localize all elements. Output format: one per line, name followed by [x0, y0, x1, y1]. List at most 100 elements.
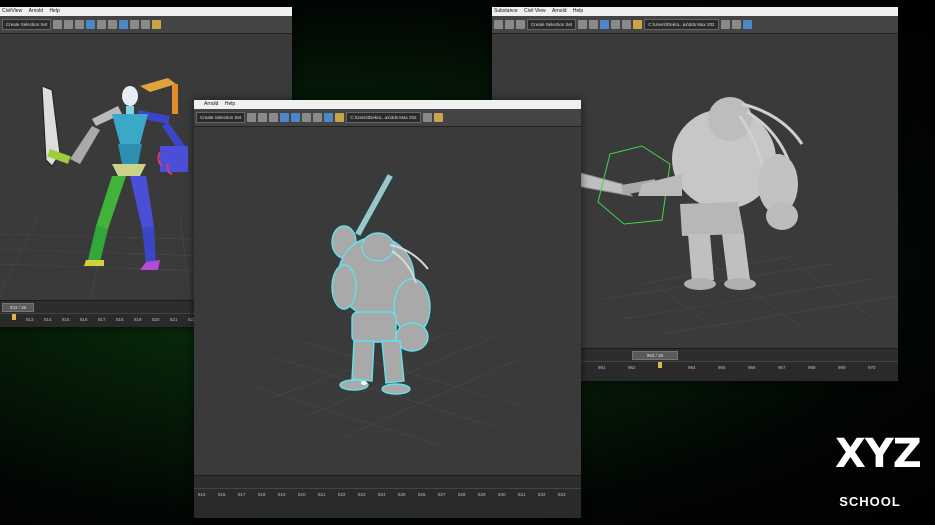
ruler-tick: 829	[478, 492, 486, 497]
menu-civil-view[interactable]: Civil View	[524, 8, 546, 14]
folder-icon[interactable]	[720, 20, 730, 29]
menu-bar: CivilView Arnold Help	[0, 7, 292, 16]
menu-bar: Substance Civil View Arnold Help	[492, 7, 898, 16]
layer-icon[interactable]	[269, 113, 279, 122]
render-setup-icon[interactable]	[324, 113, 334, 122]
xyz-school-logo: XYZ SCHOOL	[835, 421, 922, 509]
curve-editor-icon[interactable]	[97, 20, 107, 29]
main-toolbar: Create Selection Set C:\Users\Dekra...ax…	[194, 109, 581, 127]
curve-editor-icon[interactable]	[291, 113, 301, 122]
ruler-tick: 962	[628, 365, 636, 370]
menu-arnold[interactable]: Arnold	[204, 101, 218, 107]
current-frame-marker[interactable]	[12, 314, 16, 320]
ruler-tick: 967	[778, 365, 786, 370]
ruler-tick: 817	[238, 492, 246, 497]
material-editor-icon[interactable]	[313, 113, 323, 122]
ruler-tick: 820	[298, 492, 306, 497]
ruler-tick: 965	[718, 365, 726, 370]
ruler-tick: 815	[198, 492, 206, 497]
mirror-icon[interactable]	[247, 113, 257, 122]
ruler-tick: 813	[26, 317, 34, 322]
mirror-icon[interactable]	[578, 20, 588, 29]
layer-icon[interactable]	[75, 20, 85, 29]
align-icon[interactable]	[64, 20, 74, 29]
center-3dsmax-window: Arnold Help Create Selection Set C:\User…	[194, 100, 581, 518]
frame-counter[interactable]: 963 / 36	[632, 351, 678, 360]
ruler-tick: 820	[152, 317, 160, 322]
angle-snap-icon[interactable]	[505, 20, 514, 29]
timeline-ruler[interactable]: 815 816 817 818 819 820 821 822 823 824 …	[194, 488, 581, 518]
ruler-tick: 827	[438, 492, 446, 497]
scene-explorer-icon[interactable]	[600, 20, 610, 29]
viewport-icon[interactable]	[742, 20, 752, 29]
menu-bar: Arnold Help	[194, 100, 581, 109]
menu-help[interactable]: Help	[573, 8, 583, 14]
ruler-tick: 828	[458, 492, 466, 497]
ruler-tick: 832	[538, 492, 546, 497]
ruler-tick: 816	[218, 492, 226, 497]
ruler-tick: 833	[558, 492, 566, 497]
time-slider[interactable]	[194, 475, 581, 489]
ruler-tick: 817	[98, 317, 106, 322]
render-setup-icon[interactable]	[130, 20, 140, 29]
ruler-tick: 819	[134, 317, 142, 322]
scene-explorer-icon[interactable]	[86, 20, 96, 29]
ruler-tick: 824	[378, 492, 386, 497]
percent-snap-icon[interactable]	[516, 20, 525, 29]
material-editor-icon[interactable]	[622, 20, 632, 29]
align-icon[interactable]	[258, 113, 268, 122]
logo-mark: XYZ	[835, 431, 922, 477]
ruler-tick: 826	[418, 492, 426, 497]
ruler-tick: 819	[278, 492, 286, 497]
ruler-tick: 964	[688, 365, 696, 370]
ruler-tick: 831	[518, 492, 526, 497]
ruler-tick: 825	[398, 492, 406, 497]
menu-arnold[interactable]: Arnold	[29, 8, 43, 14]
ruler-tick: 814	[44, 317, 52, 322]
scene-explorer-icon[interactable]	[280, 113, 290, 122]
character-model-selected	[253, 174, 525, 448]
material-editor-icon[interactable]	[119, 20, 129, 29]
render-icon[interactable]	[335, 113, 345, 122]
snap-icon[interactable]	[494, 20, 503, 29]
project-path-dropdown[interactable]: C:\Users\Dekra...ax\3ds Max 202	[644, 19, 719, 30]
ruler-tick: 818	[258, 492, 266, 497]
current-frame-marker[interactable]	[658, 362, 662, 368]
project-path-dropdown[interactable]: C:\Users\Dekra...ax\3ds Max 202	[346, 112, 421, 123]
ruler-tick: 961	[598, 365, 606, 370]
mirror-icon[interactable]	[53, 20, 63, 29]
selection-set-dropdown[interactable]: Create Selection Set	[527, 19, 577, 30]
frame-counter[interactable]: 833 / 36	[2, 303, 34, 312]
selection-set-dropdown[interactable]: Create Selection Set	[2, 19, 52, 30]
curve-editor-icon[interactable]	[611, 20, 621, 29]
render-icon[interactable]	[633, 20, 643, 29]
ruler-tick: 821	[318, 492, 326, 497]
render-frame-icon[interactable]	[141, 20, 151, 29]
schematic-icon[interactable]	[108, 20, 118, 29]
ruler-tick: 818	[116, 317, 124, 322]
ruler-tick: 821	[170, 317, 178, 322]
main-toolbar: Create Selection Set C:\Users\Dekra...ax…	[492, 16, 898, 34]
ruler-tick: 823	[358, 492, 366, 497]
ruler-tick: 970	[868, 365, 876, 370]
menu-help[interactable]: Help	[49, 8, 59, 14]
perspective-viewport[interactable]	[194, 127, 581, 475]
menu-substance[interactable]: Substance	[494, 8, 518, 14]
align-icon[interactable]	[589, 20, 599, 29]
folder-icon[interactable]	[422, 113, 432, 122]
ruler-tick: 830	[498, 492, 506, 497]
ruler-tick: 966	[748, 365, 756, 370]
schematic-icon[interactable]	[302, 113, 312, 122]
ruler-tick: 968	[808, 365, 816, 370]
ruler-tick: 822	[338, 492, 346, 497]
menu-help[interactable]: Help	[225, 101, 235, 107]
ruler-tick: 816	[80, 317, 88, 322]
selection-set-dropdown[interactable]: Create Selection Set	[196, 112, 246, 123]
render-icon[interactable]	[152, 20, 162, 29]
ruler-tick: 815	[62, 317, 70, 322]
open-icon[interactable]	[731, 20, 741, 29]
open-icon[interactable]	[433, 113, 443, 122]
menu-arnold[interactable]: Arnold	[552, 8, 566, 14]
menu-civilview[interactable]: CivilView	[2, 8, 22, 14]
logo-text: SCHOOL	[839, 494, 901, 509]
